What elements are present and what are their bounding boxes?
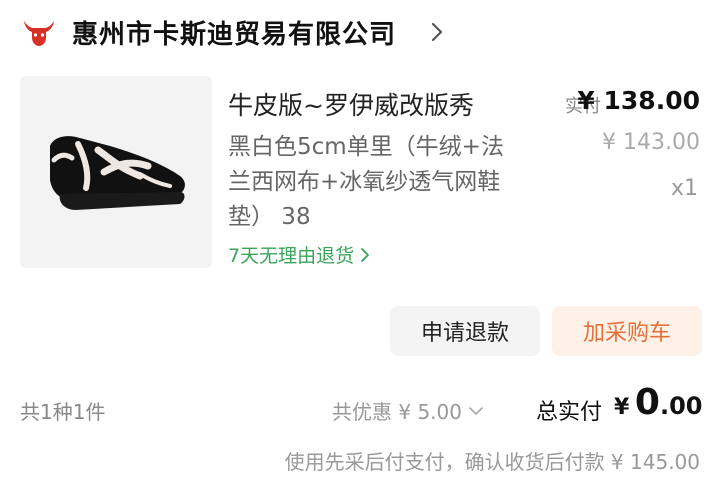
discount-toggle[interactable]: 共优惠 ¥ 5.00: [332, 396, 484, 425]
chevron-down-icon: [469, 406, 483, 415]
original-price: ¥ 143.00: [602, 130, 700, 155]
shop-name[interactable]: 惠州市卡斯迪贸易有限公司: [72, 14, 396, 51]
chevron-right-icon[interactable]: [430, 20, 444, 44]
total-label: 总实付: [536, 400, 603, 425]
payment-note: 使用先采后付支付，确认收货后付款 ¥ 145.00: [284, 450, 700, 474]
total-decimal: .00: [659, 392, 703, 420]
shop-header[interactable]: 惠州市卡斯迪贸易有限公司: [0, 0, 720, 70]
sneaker-image: [50, 136, 185, 210]
return-policy-label: 7天无理由退货: [228, 245, 355, 267]
total-currency: ¥: [614, 395, 630, 420]
item-count: 共1种1件: [20, 400, 106, 424]
product-image[interactable]: [20, 76, 212, 268]
product-title[interactable]: 牛皮版~罗伊威改版秀: [228, 86, 474, 122]
add-to-cart-button[interactable]: 加采购车: [552, 306, 702, 356]
paid-price: ¥ 138.00: [577, 86, 700, 115]
return-policy-link[interactable]: 7天无理由退货: [228, 241, 370, 268]
quantity: x1: [670, 176, 698, 201]
refund-button[interactable]: 申请退款: [390, 306, 540, 356]
total-integer: 0: [634, 382, 660, 423]
discount-label: 共优惠 ¥ 5.00: [332, 400, 462, 424]
chevron-right-icon: [361, 247, 369, 262]
product-spec: 黑白色5cm单里（牛绒+法兰西网布+冰氧纱透气网鞋垫） 38: [228, 134, 504, 230]
red-bull-head-icon: [24, 21, 54, 46]
total-amount: ¥ 0.00: [614, 382, 702, 423]
